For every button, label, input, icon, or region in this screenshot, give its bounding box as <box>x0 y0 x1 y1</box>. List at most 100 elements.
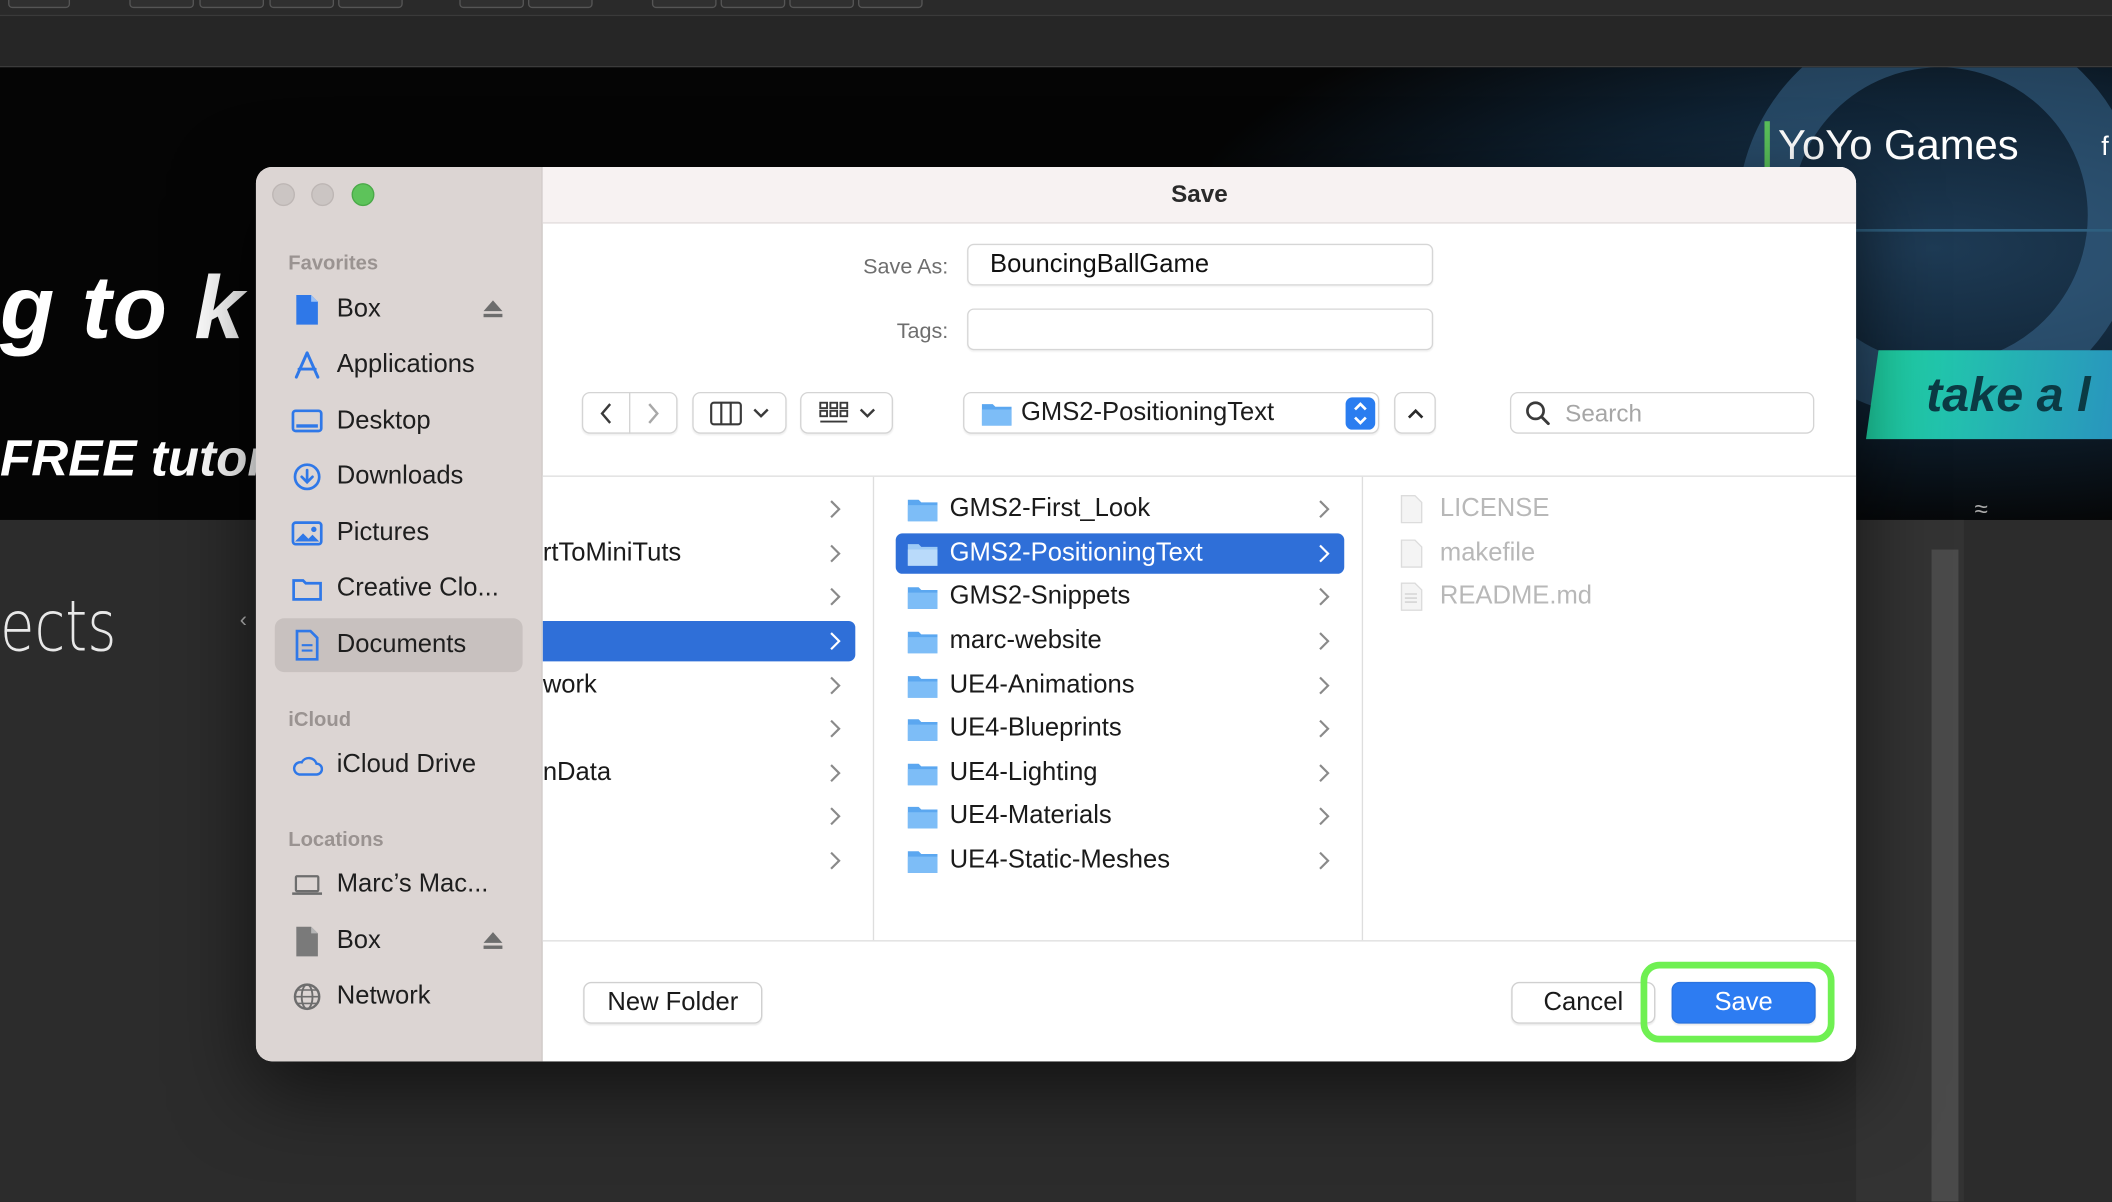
promo-text: take a l <box>1926 366 2091 422</box>
scroll-hint-icon: ≈ <box>1974 495 1988 520</box>
chevron-right-icon <box>830 676 841 695</box>
expand-collapse-button[interactable] <box>1394 391 1436 434</box>
folder-row[interactable]: UE4-Lighting <box>896 753 1345 793</box>
new-folder-button[interactable]: New Folder <box>583 981 763 1024</box>
toolbar-button[interactable] <box>858 0 923 9</box>
toolbar-button[interactable] <box>789 0 854 9</box>
columns-view-icon <box>710 400 742 425</box>
facebook-icon[interactable]: f <box>2101 132 2108 163</box>
eject-icon[interactable] <box>482 931 504 950</box>
chevron-right-icon <box>1319 764 1330 782</box>
sidebar-section-title: Locations <box>288 828 384 852</box>
folder-row[interactable]: UE4-Blueprints <box>896 708 1345 748</box>
chevron-right-icon <box>830 719 841 738</box>
sidebar-item-downloads[interactable]: Downloads <box>275 450 523 504</box>
folder-icon <box>907 544 938 566</box>
chevron-right-icon <box>1319 500 1330 518</box>
list-item[interactable] <box>543 489 855 529</box>
folder-row[interactable]: marc-website <box>896 621 1345 661</box>
list-item-selected[interactable] <box>542 620 856 662</box>
folder-icon <box>907 763 938 786</box>
toolbar-button[interactable] <box>8 0 71 9</box>
sidebar-item-network[interactable]: Network <box>275 970 523 1024</box>
desktop-icon <box>291 405 323 437</box>
toolbar-button[interactable] <box>720 0 786 9</box>
zoom-window-button[interactable] <box>351 183 375 207</box>
toolbar-button[interactable] <box>129 0 194 9</box>
sidebar-item-applications[interactable]: Applications <box>275 338 523 392</box>
chevron-up-icon <box>1407 408 1423 418</box>
folder-row[interactable]: UE4-Static-Meshes <box>896 840 1345 880</box>
toolbar-button[interactable] <box>199 0 265 9</box>
search-field[interactable]: Search <box>1509 391 1815 434</box>
location-label: GMS2-PositioningText <box>1020 398 1275 427</box>
toolbar-button[interactable] <box>459 0 524 9</box>
folder-row-selected[interactable]: GMS2-PositioningText <box>895 533 1345 574</box>
eject-icon[interactable] <box>482 299 504 318</box>
save-as-field[interactable]: BouncingBallGame <box>967 243 1434 286</box>
folder-icon <box>907 719 938 741</box>
group-by-button[interactable] <box>800 391 894 434</box>
tags-label: Tags: <box>896 320 949 344</box>
sidebar-item-label: iCloud Drive <box>336 750 477 779</box>
screen: g to k FREE tutor YoYo Games f take a l … <box>0 0 2112 1202</box>
sidebar-item-pictures[interactable]: Pictures <box>275 506 523 560</box>
doc-icon <box>291 925 323 957</box>
back-button[interactable] <box>583 393 629 432</box>
app-subbar <box>0 16 2112 68</box>
sidebar-item-macbook[interactable]: Marc’s Mac... <box>275 858 523 912</box>
list-item[interactable] <box>543 796 855 836</box>
chevron-right-icon <box>1319 587 1330 606</box>
location-popup[interactable]: GMS2-PositioningText <box>963 391 1380 434</box>
file-icon <box>1400 495 1423 524</box>
sidebar-item-label: Desktop <box>336 406 431 436</box>
folder-row[interactable]: GMS2-First_Look <box>896 489 1345 529</box>
brand-accent-bar <box>1764 121 1770 170</box>
minimize-window-button[interactable] <box>311 183 335 207</box>
chevron-right-icon <box>830 587 841 606</box>
sidebar-item-desktop[interactable]: Desktop <box>275 395 523 449</box>
folder-icon <box>907 587 938 609</box>
app-toolbar <box>0 0 2112 17</box>
list-item[interactable]: rtToMiniTuts <box>543 533 855 573</box>
list-item[interactable]: nData <box>543 753 855 793</box>
close-window-button[interactable] <box>272 183 295 207</box>
folder-icon <box>907 631 938 654</box>
folder-row[interactable]: UE4-Animations <box>896 665 1345 705</box>
tags-field[interactable] <box>967 308 1434 351</box>
sidebar-item-box[interactable]: Box <box>275 283 523 337</box>
chevron-right-icon <box>648 402 659 424</box>
file-row-disabled: LICENSE <box>1399 489 1830 529</box>
sidebar-item-box-location[interactable]: Box <box>275 915 523 969</box>
folder-row[interactable]: GMS2-Snippets <box>896 576 1345 616</box>
chevron-right-icon <box>1319 851 1330 870</box>
toolbar-button[interactable] <box>338 0 403 9</box>
sidebar-item-documents[interactable]: Documents <box>274 618 523 673</box>
chevron-left-icon[interactable]: ‹ <box>240 609 247 633</box>
documents-icon <box>291 629 323 661</box>
forward-button[interactable] <box>630 393 676 432</box>
folder-icon <box>907 851 938 873</box>
toolbar-button[interactable] <box>269 0 335 9</box>
list-item[interactable] <box>543 840 855 880</box>
folder-row[interactable]: UE4-Materials <box>896 796 1345 836</box>
toolbar-button[interactable] <box>651 0 717 9</box>
folder-icon <box>291 572 323 604</box>
brand-name: YoYo Games <box>1777 121 2019 169</box>
chevron-right-icon <box>1319 676 1330 695</box>
scrollbar[interactable] <box>1931 549 1959 1202</box>
sidebar-item-label: Marc’s Mac... <box>336 870 489 899</box>
list-item[interactable] <box>543 708 855 748</box>
chevron-right-icon <box>1319 632 1330 650</box>
cancel-button[interactable]: Cancel <box>1511 981 1656 1024</box>
sidebar-item-icloud-drive[interactable]: iCloud Drive <box>275 738 523 792</box>
section-title: ects <box>0 587 117 669</box>
list-item[interactable]: work <box>543 665 855 705</box>
list-item[interactable] <box>543 576 855 616</box>
view-mode-button[interactable] <box>692 391 787 434</box>
laptop-icon <box>291 869 323 901</box>
chevron-right-icon <box>830 764 841 782</box>
toolbar-button[interactable] <box>528 0 593 9</box>
banner-stripe <box>1856 228 2112 232</box>
sidebar-item-creative-cloud[interactable]: Creative Clo... <box>275 562 523 616</box>
